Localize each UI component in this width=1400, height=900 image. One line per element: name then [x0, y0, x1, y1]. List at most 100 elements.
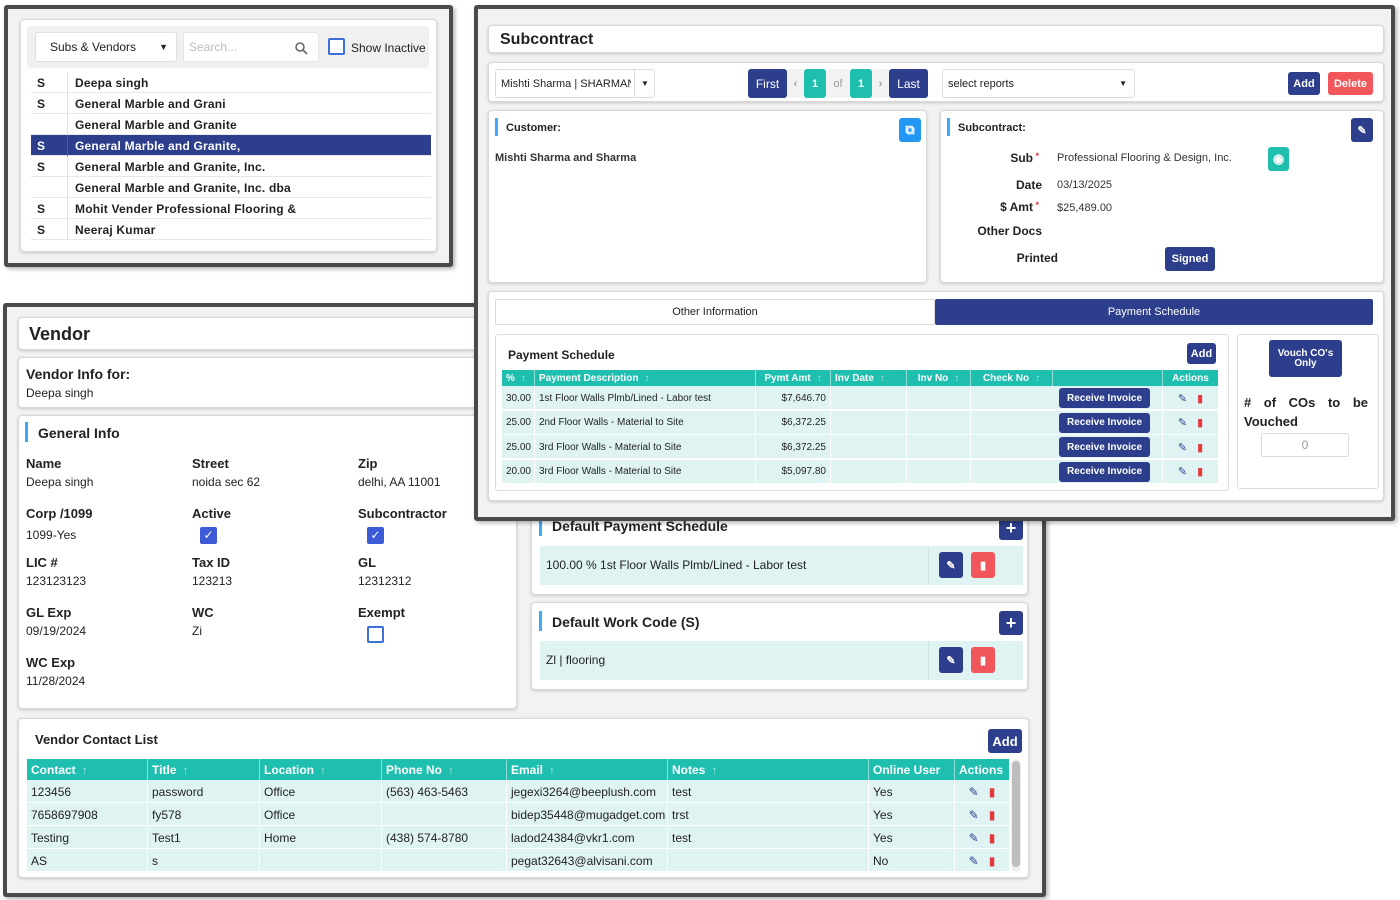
edit-subcontract-button[interactable]: ✎ [1351, 118, 1373, 142]
exempt-checkbox[interactable] [367, 626, 384, 643]
prev-button[interactable]: ‹ [787, 69, 804, 98]
vendor-list-item[interactable]: S Mohit Vender Professional Flooring & [31, 198, 431, 219]
scrollbar-thumb[interactable] [1012, 761, 1020, 867]
pencil-icon[interactable]: ✎ [969, 785, 979, 799]
trash-icon[interactable]: ▮ [989, 808, 996, 822]
delete-button[interactable]: ▮ [971, 647, 995, 673]
contact-column-header[interactable]: Title ↑ [147, 759, 255, 780]
last-button[interactable]: Last [889, 69, 928, 98]
vouch-cos-button[interactable]: Vouch CO's Only [1269, 340, 1342, 377]
sort-arrow-icon[interactable]: ↑ [82, 763, 88, 777]
contact-row[interactable]: 123456 password Office (563) 463-5463 jegexi… [27, 780, 1009, 803]
vendor-list-item[interactable]: S General Marble and Granite, [31, 135, 431, 156]
trash-icon[interactable]: ▮ [989, 785, 996, 799]
vendor-list-item[interactable]: S General Marble and Granite, Inc. [31, 156, 431, 177]
contact-cell: AS [31, 853, 48, 868]
trash-icon[interactable]: ▮ [989, 831, 996, 845]
payment-column-header[interactable]: Pymt Amt ↑ [755, 370, 830, 386]
delete-subcontract-button[interactable]: Delete [1328, 72, 1373, 95]
page-number[interactable]: 1 [804, 69, 826, 98]
payment-column-header[interactable]: % ↑ [502, 370, 534, 386]
delete-button[interactable]: ▮ [971, 552, 995, 578]
edit-button[interactable]: ✎ [939, 552, 963, 578]
payment-column-header[interactable]: Check No ↑ [970, 370, 1052, 386]
vendor-list-item[interactable]: S Neeraj Kumar [31, 219, 431, 240]
vendor-list-item[interactable]: General Marble and Granite [31, 114, 431, 135]
contact-row[interactable]: 7658697908 fy578 Office bidep35448@mugadget… [27, 803, 1009, 826]
contact-column-header[interactable]: Phone No ↑ [381, 759, 502, 780]
payment-empty-cell [970, 459, 1052, 484]
pencil-icon[interactable]: ✎ [1178, 441, 1187, 454]
tab-payment-schedule[interactable]: Payment Schedule [935, 299, 1373, 325]
sort-arrow-icon[interactable]: ↑ [880, 373, 885, 384]
next-button[interactable]: › [872, 69, 889, 98]
sort-arrow-icon[interactable]: ↑ [954, 373, 959, 384]
customer-select[interactable]: Mishti Sharma | SHARMAN ▼ [495, 69, 655, 98]
contact-actions: ✎ ▮ [954, 849, 1009, 872]
payment-column-header[interactable]: Payment Description ↑ [534, 370, 755, 386]
signed-button[interactable]: Signed [1165, 247, 1215, 271]
payment-column-header[interactable]: Inv Date ↑ [830, 370, 906, 386]
sort-arrow-icon[interactable]: ↑ [182, 763, 188, 777]
receive-invoice-button[interactable]: Receive Invoice [1059, 412, 1150, 433]
payment-row[interactable]: 20.00 3rd Floor Walls - Material to Site $… [502, 459, 1218, 484]
copy-icon[interactable]: ⧉ [899, 118, 921, 142]
trash-icon[interactable]: ▮ [1197, 441, 1203, 454]
pencil-icon[interactable]: ✎ [969, 831, 979, 845]
contact-row[interactable]: Testing Test1 Home (438) 574-8780 ladod24384… [27, 826, 1009, 849]
pencil-icon[interactable]: ✎ [969, 808, 979, 822]
vendor-list-item[interactable]: S Deepa singh [31, 72, 431, 93]
contact-column-header[interactable]: Actions [954, 759, 1005, 780]
payment-row[interactable]: 25.00 2nd Floor Walls - Material to Site $… [502, 410, 1218, 435]
add-contact-button[interactable]: Add [988, 729, 1022, 753]
add-work-code-button[interactable]: + [999, 611, 1023, 635]
filter-select[interactable]: Subs & Vendors ▼ [35, 32, 177, 62]
tab-other-information[interactable]: Other Information [495, 299, 935, 325]
pencil-icon[interactable]: ✎ [1178, 465, 1187, 478]
add-subcontract-button[interactable]: Add [1288, 72, 1320, 95]
trash-icon[interactable]: ▮ [989, 854, 996, 868]
payment-schedule-panel: Payment Schedule Add % ↑ Payment Descripti… [495, 334, 1229, 491]
contact-column-header[interactable]: Notes ↑ [667, 759, 864, 780]
pencil-icon[interactable]: ✎ [1178, 416, 1187, 429]
trash-icon[interactable]: ▮ [1197, 416, 1203, 429]
contact-column-header[interactable]: Online User [868, 759, 950, 780]
contact-row[interactable]: AS s pegat32643@alvisani.com No ✎ ▮ [27, 849, 1009, 872]
vendor-list-item[interactable]: General Marble and Granite, Inc. dba [31, 177, 431, 198]
trash-icon[interactable]: ▮ [1197, 465, 1203, 478]
name-value: Deepa singh [26, 475, 94, 489]
edit-button[interactable]: ✎ [939, 647, 963, 673]
search-input[interactable]: Search... [183, 32, 319, 62]
receive-invoice-button[interactable]: Receive Invoice [1059, 461, 1150, 482]
vouch-count-input[interactable]: 0 [1261, 433, 1349, 457]
sort-arrow-icon[interactable]: ↑ [320, 763, 326, 777]
sort-arrow-icon[interactable]: ↑ [549, 763, 555, 777]
pencil-icon[interactable]: ✎ [1178, 392, 1187, 405]
contact-column-header[interactable]: Location ↑ [259, 759, 377, 780]
contact-column-header[interactable]: Contact ↑ [31, 759, 147, 780]
pencil-icon[interactable]: ✎ [969, 854, 979, 868]
subcontractor-checkbox[interactable]: ✓ [367, 527, 384, 544]
vendor-list-item[interactable]: S General Marble and Grani [31, 93, 431, 114]
payment-row[interactable]: 30.00 1st Floor Walls Plmb/Lined - Labor … [502, 386, 1218, 410]
sort-arrow-icon[interactable]: ↑ [448, 763, 454, 777]
scrollbar[interactable] [1011, 759, 1021, 872]
receive-invoice-button[interactable]: Receive Invoice [1059, 437, 1150, 457]
show-inactive-checkbox[interactable] [328, 38, 345, 55]
reports-select[interactable]: select reports ▼ [942, 69, 1135, 98]
sort-arrow-icon[interactable]: ↑ [644, 373, 649, 384]
eye-icon[interactable]: ◉ [1268, 147, 1289, 171]
payment-column-header[interactable]: Inv No ↑ [906, 370, 970, 386]
first-button[interactable]: First [748, 69, 787, 98]
sort-arrow-icon[interactable]: ↑ [711, 763, 717, 777]
sort-arrow-icon[interactable]: ↑ [817, 373, 822, 384]
trash-icon[interactable]: ▮ [1197, 392, 1203, 405]
receive-invoice-button[interactable]: Receive Invoice [1059, 388, 1150, 408]
active-checkbox[interactable]: ✓ [200, 527, 217, 544]
payment-row[interactable]: 25.00 3rd Floor Walls - Material to Site $… [502, 435, 1218, 459]
sort-arrow-icon[interactable]: ↑ [521, 373, 526, 384]
sort-arrow-icon[interactable]: ↑ [1035, 373, 1040, 384]
add-payment-button[interactable]: Add [1187, 343, 1216, 364]
contact-column-header[interactable]: Email ↑ [506, 759, 663, 780]
search-icon[interactable] [295, 42, 308, 55]
